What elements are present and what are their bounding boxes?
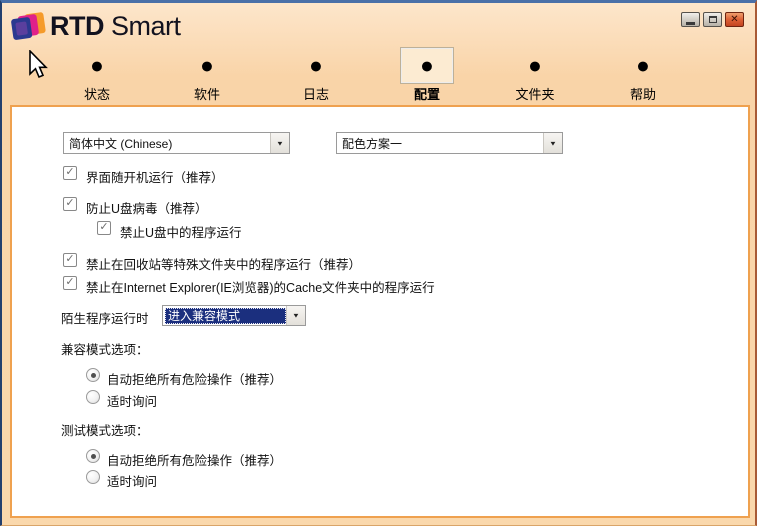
config-dot-icon: ● xyxy=(420,52,434,78)
maximize-icon xyxy=(708,16,717,23)
radio-compat-auto-reject[interactable] xyxy=(86,368,100,382)
app-title: RTD Smart xyxy=(50,11,181,42)
radio-compat-ask[interactable] xyxy=(86,390,100,404)
tab-help[interactable]: ● 帮助 xyxy=(598,47,688,102)
radio-test-auto-reject[interactable] xyxy=(86,449,100,463)
help-dot-icon: ● xyxy=(636,52,650,78)
checkbox-block-recycle-bin[interactable]: ✓ xyxy=(63,253,77,267)
tab-label-config: 配置 xyxy=(413,87,440,102)
tab-label-help: 帮助 xyxy=(629,87,656,102)
radio-test-ask[interactable] xyxy=(86,470,100,484)
chevron-down-icon: ▼ xyxy=(276,139,284,147)
tab-label-log: 日志 xyxy=(302,87,329,102)
minimize-button[interactable] xyxy=(681,12,700,27)
minimize-icon xyxy=(686,21,695,25)
checkbox-run-on-boot[interactable]: ✓ xyxy=(63,166,77,180)
radio-compat-auto-reject-label[interactable]: 自动拒绝所有危险操作（推荐） xyxy=(107,369,282,388)
app-title-brand: RTD xyxy=(50,11,105,41)
checkbox-run-on-boot-label[interactable]: 界面随开机运行（推荐） xyxy=(86,167,224,186)
checkbox-block-ie-cache[interactable]: ✓ xyxy=(63,276,77,290)
tab-config[interactable]: ● 配置 xyxy=(382,47,472,102)
app-window: RTD Smart ✕ ● 状态 ● 软件 ● 日志 ● 配置 ● 文件夹 ● … xyxy=(0,0,757,526)
checkbox-block-ie-cache-label[interactable]: 禁止在Internet Explorer(IE浏览器)的Cache文件夹中的程序… xyxy=(86,277,435,296)
radio-test-auto-reject-label[interactable]: 自动拒绝所有危险操作（推荐） xyxy=(107,450,282,469)
language-select-arrow[interactable]: ▼ xyxy=(270,133,289,153)
color-scheme-select[interactable]: 配色方案一 ▼ xyxy=(336,132,563,154)
radio-test-ask-label[interactable]: 适时询问 xyxy=(107,471,157,490)
maximize-button[interactable] xyxy=(703,12,722,27)
software-dot-icon: ● xyxy=(200,52,214,78)
stranger-run-label: 陌生程序运行时 xyxy=(61,312,149,326)
app-logo-icon xyxy=(11,12,46,40)
log-dot-icon: ● xyxy=(309,52,323,78)
checkbox-block-recycle-bin-label[interactable]: 禁止在回收站等特殊文件夹中的程序运行（推荐） xyxy=(86,254,361,273)
tab-software[interactable]: ● 软件 xyxy=(162,47,252,102)
checkmark-icon: ✓ xyxy=(99,221,109,233)
status-dot-icon: ● xyxy=(90,52,104,78)
checkmark-icon: ✓ xyxy=(65,253,75,265)
tab-label-software: 软件 xyxy=(193,87,220,102)
radio-compat-ask-label[interactable]: 适时询问 xyxy=(107,391,157,410)
checkbox-block-usb-programs[interactable]: ✓ xyxy=(97,221,111,235)
checkbox-usb-virus[interactable]: ✓ xyxy=(63,197,77,211)
stranger-run-select-arrow[interactable]: ▼ xyxy=(286,306,305,325)
checkbox-usb-virus-label[interactable]: 防止U盘病毒（推荐） xyxy=(86,198,208,217)
tab-folders[interactable]: ● 文件夹 xyxy=(490,47,580,102)
window-controls: ✕ xyxy=(681,12,744,27)
folders-dot-icon: ● xyxy=(528,52,542,78)
chevron-down-icon: ▼ xyxy=(549,139,557,147)
language-select-value: 简体中文 (Chinese) xyxy=(69,136,173,151)
stranger-run-select[interactable]: 进入兼容模式 ▼ xyxy=(162,305,306,326)
mouse-cursor xyxy=(29,50,48,79)
color-scheme-select-arrow[interactable]: ▼ xyxy=(543,133,562,153)
tab-log[interactable]: ● 日志 xyxy=(271,47,361,102)
test-options-title: 测试模式选项： xyxy=(61,424,149,438)
tab-label-folders: 文件夹 xyxy=(515,87,555,102)
compat-options-title: 兼容模式选项： xyxy=(61,343,149,357)
tab-status[interactable]: ● 状态 xyxy=(52,47,142,102)
checkmark-icon: ✓ xyxy=(65,276,75,288)
close-button[interactable]: ✕ xyxy=(725,12,744,27)
language-select[interactable]: 简体中文 (Chinese) ▼ xyxy=(63,132,290,154)
checkmark-icon: ✓ xyxy=(65,166,75,178)
tab-label-status: 状态 xyxy=(83,87,110,102)
app-title-product: Smart xyxy=(111,11,181,41)
close-icon: ✕ xyxy=(730,13,739,25)
color-scheme-select-value: 配色方案一 xyxy=(342,136,403,151)
chevron-down-icon: ▼ xyxy=(292,311,300,320)
checkmark-icon: ✓ xyxy=(65,197,75,209)
stranger-run-select-value: 进入兼容模式 xyxy=(165,307,286,324)
checkbox-block-usb-programs-label[interactable]: 禁止U盘中的程序运行 xyxy=(120,222,242,241)
